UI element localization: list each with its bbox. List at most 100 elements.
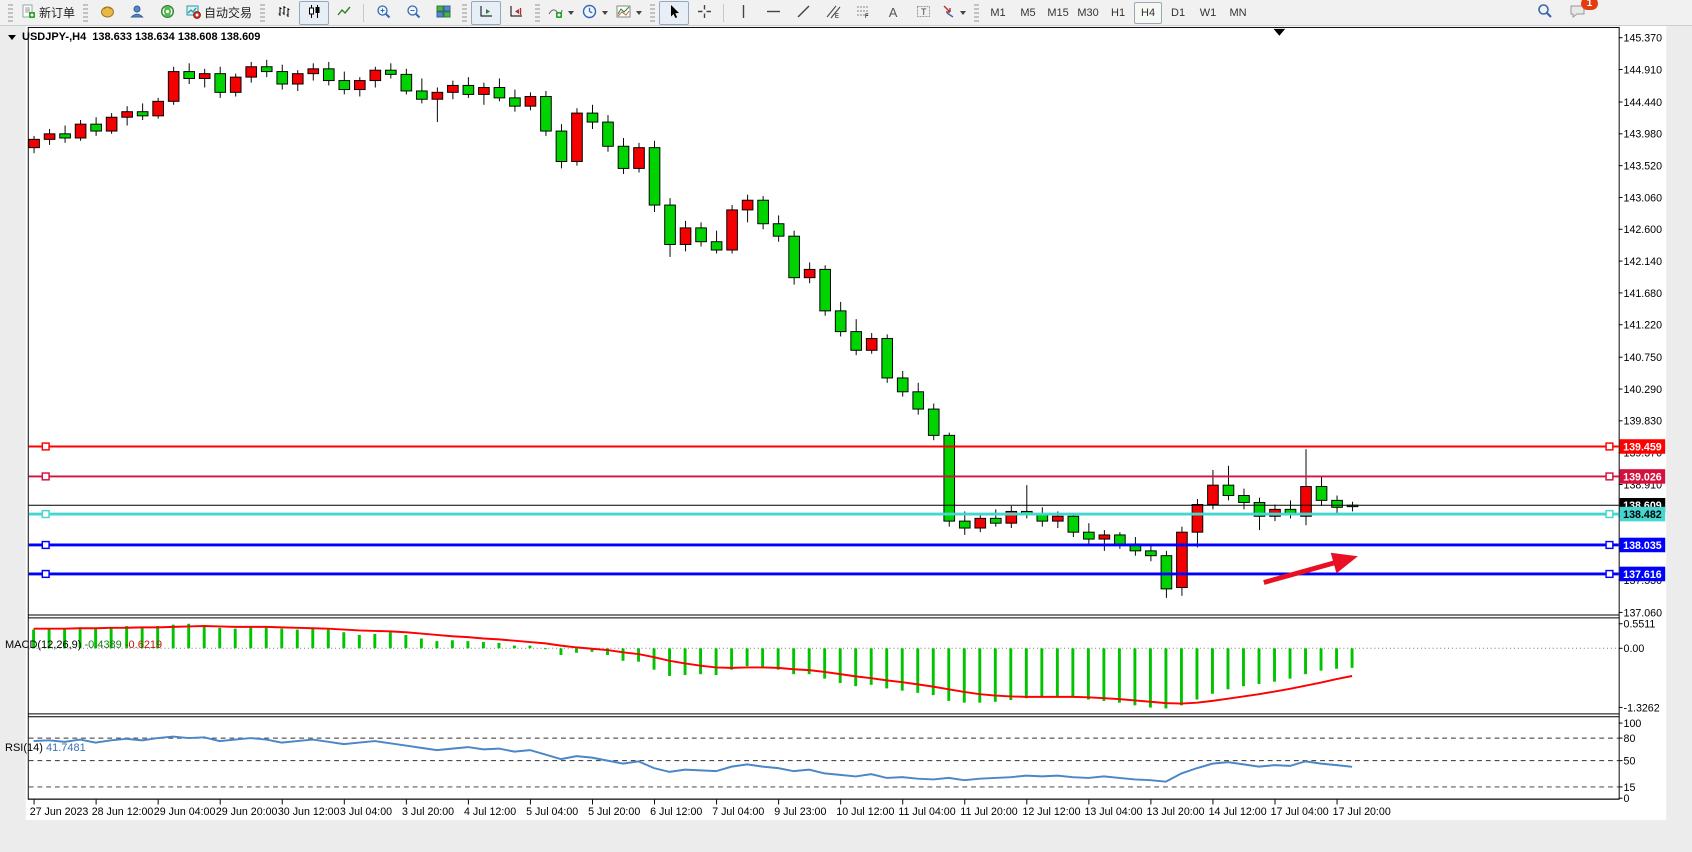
timeframe-m5-button[interactable]: M5: [1014, 2, 1042, 24]
text-icon: A: [889, 6, 898, 19]
timeframe-m1-button[interactable]: M1: [984, 2, 1012, 24]
timeframe-m30-button[interactable]: M30: [1074, 2, 1102, 24]
zoom-in-icon: [376, 4, 391, 22]
market-icon: [100, 4, 115, 22]
bar-chart-mode-button[interactable]: [269, 1, 299, 25]
zoom-out-button[interactable]: [398, 1, 428, 25]
time-tick-label: 3 Jul 20:00: [402, 806, 454, 818]
candle-up: [354, 81, 365, 90]
tile-windows-icon: [436, 4, 451, 22]
candle-down: [510, 98, 521, 106]
candle-up: [106, 117, 117, 131]
broadcast-icon: [160, 4, 175, 22]
community-button[interactable]: [152, 1, 182, 25]
macd-indicator-label: MACD(12,26,9) -0.4389 -0.6219: [5, 639, 162, 651]
candle-up: [680, 228, 691, 245]
line-handle[interactable]: [1606, 473, 1613, 480]
timeframe-m15-button[interactable]: M15: [1044, 2, 1072, 24]
price-chart[interactable]: 145.370144.910144.440143.980143.520143.0…: [0, 26, 1692, 852]
line-handle[interactable]: [1606, 571, 1613, 578]
line-handle[interactable]: [42, 473, 49, 480]
cursor-tool-button[interactable]: [659, 1, 689, 25]
price-tick-label: 142.140: [1624, 256, 1663, 268]
chart-shift-button[interactable]: [501, 1, 531, 25]
vertical-line-tool-button[interactable]: [728, 1, 758, 25]
periods-button[interactable]: [578, 1, 612, 25]
indicators-button[interactable]: [544, 1, 578, 25]
price-tick-label: 140.750: [1624, 352, 1663, 364]
tile-windows-button[interactable]: [428, 1, 458, 25]
time-tick-label: 13 Jul 20:00: [1147, 806, 1205, 818]
chart-menu-icon[interactable]: [8, 35, 16, 40]
line-chart-mode-button[interactable]: [329, 1, 359, 25]
crosshair-tool-button[interactable]: [689, 1, 719, 25]
line-handle[interactable]: [1606, 443, 1613, 450]
toolbar: 新订单 自动交易 E F A T M1 M5 M15 M30 H1 H4 D1 …: [0, 0, 1692, 26]
text-tool-button[interactable]: A: [878, 1, 908, 25]
rsi-indicator-label: RSI(14) 41.7481: [5, 742, 86, 754]
candle-up: [308, 69, 319, 74]
zoom-in-button[interactable]: [368, 1, 398, 25]
candle-down: [1316, 487, 1327, 501]
timeframe-w1-button[interactable]: W1: [1194, 2, 1222, 24]
notification-badge: 1: [1581, 0, 1598, 10]
candle-up: [153, 101, 164, 116]
search-button[interactable]: [1530, 1, 1560, 25]
timeframe-d1-button[interactable]: D1: [1164, 2, 1192, 24]
market-button[interactable]: [92, 1, 122, 25]
autotrading-icon: [186, 4, 201, 22]
candle-down: [184, 72, 195, 79]
price-tick-label: 141.220: [1624, 320, 1663, 332]
time-tick-label: 7 Jul 04:00: [712, 806, 764, 818]
candlestick-mode-button[interactable]: [299, 1, 329, 25]
candle-down: [649, 148, 660, 205]
template-icon: [616, 4, 631, 22]
price-tick-label: 140.290: [1624, 384, 1663, 396]
price-flag-label: 139.459: [1623, 441, 1662, 453]
horizontal-line-tool-button[interactable]: [758, 1, 788, 25]
time-tick-label: 5 Jul 20:00: [588, 806, 640, 818]
line-handle[interactable]: [42, 443, 49, 450]
line-handle[interactable]: [42, 511, 49, 518]
candle-up: [1192, 505, 1203, 533]
auto-scroll-button[interactable]: [471, 1, 501, 25]
autotrading-button[interactable]: 自动交易: [182, 1, 256, 25]
channel-tool-button[interactable]: E: [818, 1, 848, 25]
rsi-axis-label: 100: [1624, 718, 1642, 730]
time-tick-label: 17 Jul 20:00: [1333, 806, 1391, 818]
candle-down: [339, 81, 350, 90]
signals-icon: [130, 4, 145, 22]
candle-down: [696, 228, 707, 242]
templates-button[interactable]: [612, 1, 646, 25]
notifications-button[interactable]: 1: [1562, 1, 1592, 25]
timeframe-h1-button[interactable]: H1: [1104, 2, 1132, 24]
candle-up: [246, 67, 257, 77]
signals-button[interactable]: [122, 1, 152, 25]
price-tick-label: 143.060: [1624, 192, 1663, 204]
line-handle[interactable]: [42, 542, 49, 549]
rsi-value: 41.7481: [46, 742, 86, 754]
candle-down: [758, 200, 769, 224]
text-label-tool-button[interactable]: T: [908, 1, 938, 25]
line-handle[interactable]: [42, 571, 49, 578]
toolbar-grip: [462, 4, 467, 22]
price-flag-label: 139.026: [1623, 471, 1662, 483]
candle-down: [851, 332, 862, 351]
candle-up: [1053, 516, 1064, 521]
arrows-tool-button[interactable]: [938, 1, 970, 25]
candle-down: [277, 72, 288, 84]
fibonacci-tool-button[interactable]: F: [848, 1, 878, 25]
price-tick-label: 144.910: [1624, 64, 1663, 76]
candle-up: [572, 113, 583, 161]
line-handle[interactable]: [1606, 542, 1613, 549]
candle-down: [385, 70, 396, 74]
candle-down: [417, 91, 428, 99]
line-handle[interactable]: [1606, 511, 1613, 518]
new-order-button[interactable]: 新订单: [17, 1, 79, 25]
autotrading-label: 自动交易: [204, 4, 252, 21]
timeframe-h4-button[interactable]: H4: [1134, 2, 1162, 24]
candle-down: [1161, 556, 1172, 589]
candle-up: [44, 134, 55, 140]
trendline-tool-button[interactable]: [788, 1, 818, 25]
timeframe-mn-button[interactable]: MN: [1224, 2, 1252, 24]
